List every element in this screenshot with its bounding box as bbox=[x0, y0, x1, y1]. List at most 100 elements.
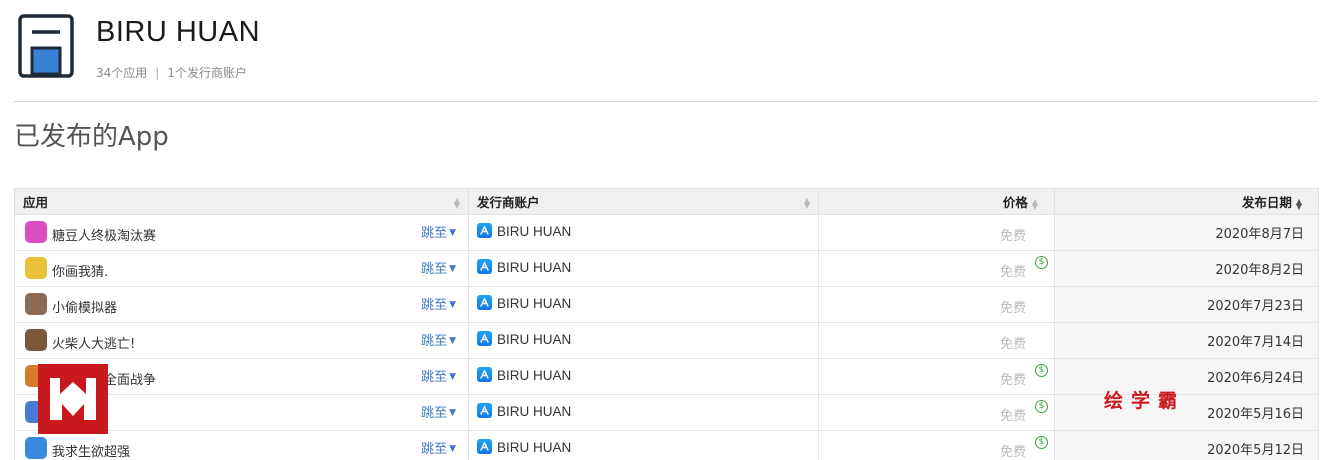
publisher-cell: BIRU HUAN bbox=[468, 214, 819, 251]
app-name-link[interactable]: 小偷模拟器 bbox=[52, 297, 117, 316]
price-label: 免费 bbox=[999, 265, 1026, 280]
app-cell: 小偷模拟器 跳至 ▼ bbox=[14, 286, 469, 323]
publisher-cell: BIRU HUAN bbox=[468, 430, 819, 460]
meta-separator: | bbox=[155, 66, 160, 80]
release-date-cell: 2020年5月12日 bbox=[1054, 430, 1319, 460]
sort-arrows-icon: ▲ ▼ bbox=[803, 196, 810, 210]
app-cell: 你画我猜. 跳至 ▼ bbox=[14, 250, 469, 287]
app-store-icon bbox=[477, 295, 492, 310]
apps-table: 应用 ▲ ▼ 发行商账户 ▲ ▼ 价格 ▲ ▼ 发布日期 ▲ ▼ 糖豆人终极淘汰赛 跳至 ▼ BI… bbox=[14, 188, 1319, 460]
table-row[interactable]: 糖豆人终极淘汰赛 跳至 ▼ BIRU HUAN 免费 2020年8月7日 bbox=[14, 214, 1319, 251]
app-store-icon bbox=[477, 367, 492, 382]
jump-label: 跳至 bbox=[421, 406, 448, 421]
developer-name: BIRU HUAN bbox=[96, 16, 261, 48]
release-date-cell: 2020年7月23日 bbox=[1054, 286, 1319, 323]
jump-label: 跳至 bbox=[421, 226, 448, 241]
watermark-logo bbox=[38, 364, 108, 434]
price-cell: 免费 $ bbox=[818, 394, 1055, 431]
caret-down-icon: ▼ bbox=[449, 228, 456, 238]
jump-label: 跳至 bbox=[421, 298, 448, 313]
price-cell: 免费 $ bbox=[818, 358, 1055, 395]
table-row[interactable]: 小偷模拟器 跳至 ▼ BIRU HUAN 免费 2020年7月23日 bbox=[14, 286, 1319, 323]
dollar-coin-icon: $ bbox=[1035, 436, 1048, 449]
developer-logo-icon bbox=[18, 14, 74, 78]
publisher-link[interactable]: BIRU HUAN bbox=[497, 404, 571, 419]
column-header-price[interactable]: 价格 ▲ ▼ bbox=[818, 188, 1055, 215]
section-title: 已发布的App bbox=[14, 122, 169, 152]
app-name-link[interactable]: 你画我猜. bbox=[52, 261, 108, 280]
app-icon[interactable] bbox=[25, 257, 47, 279]
price-label: 免费 bbox=[999, 229, 1026, 244]
caret-down-icon: ▼ bbox=[449, 336, 456, 346]
release-date-cell: 2020年8月2日 bbox=[1054, 250, 1319, 287]
app-store-icon bbox=[477, 403, 492, 418]
price-cell: 免费 $ bbox=[818, 430, 1055, 460]
table-row[interactable]: 你画我猜. 跳至 ▼ BIRU HUAN 免费 $ 2020年8月2日 bbox=[14, 250, 1319, 287]
header-divider bbox=[14, 101, 1318, 102]
publisher-cell: BIRU HUAN bbox=[468, 358, 819, 395]
release-date-cell: 2020年8月7日 bbox=[1054, 214, 1319, 251]
app-store-icon bbox=[477, 223, 492, 238]
watermark-text: 绘学霸 bbox=[1104, 390, 1186, 412]
app-store-icon bbox=[477, 439, 492, 454]
jump-to-dropdown[interactable]: 跳至 ▼ bbox=[421, 438, 456, 457]
caret-down-icon: ▼ bbox=[449, 372, 456, 382]
table-header-row: 应用 ▲ ▼ 发行商账户 ▲ ▼ 价格 ▲ ▼ 发布日期 ▲ ▼ bbox=[14, 188, 1319, 215]
jump-to-dropdown[interactable]: 跳至 ▼ bbox=[421, 366, 456, 385]
release-date-cell: 2020年7月14日 bbox=[1054, 322, 1319, 359]
app-name-link[interactable]: 我求生欲超强 bbox=[52, 441, 130, 460]
column-header-publisher[interactable]: 发行商账户 ▲ ▼ bbox=[468, 188, 819, 215]
price-label: 免费 bbox=[999, 445, 1026, 460]
sort-arrows-icon: ▲ ▼ bbox=[1031, 196, 1038, 211]
price-cell: 免费 bbox=[818, 322, 1055, 359]
publisher-cell: BIRU HUAN bbox=[468, 286, 819, 323]
release-date-cell: 2020年6月24日 bbox=[1054, 358, 1319, 395]
publisher-cell: BIRU HUAN bbox=[468, 394, 819, 431]
price-label: 免费 bbox=[999, 373, 1026, 388]
jump-to-dropdown[interactable]: 跳至 ▼ bbox=[421, 402, 456, 421]
app-name-link[interactable]: 火柴人大逃亡! bbox=[52, 333, 135, 352]
jump-to-dropdown[interactable]: 跳至 ▼ bbox=[421, 258, 456, 277]
app-cell: 糖豆人终极淘汰赛 跳至 ▼ bbox=[14, 214, 469, 251]
app-icon[interactable] bbox=[25, 329, 47, 351]
jump-label: 跳至 bbox=[421, 442, 448, 457]
watermark-logo-icon bbox=[50, 378, 96, 420]
app-count: 34个应用 bbox=[96, 66, 148, 80]
publisher-link[interactable]: BIRU HUAN bbox=[497, 440, 571, 455]
publisher-link[interactable]: BIRU HUAN bbox=[497, 296, 571, 311]
column-header-price-label: 价格 bbox=[1002, 195, 1028, 210]
column-header-app[interactable]: 应用 ▲ ▼ bbox=[14, 188, 469, 215]
publisher-cell: BIRU HUAN bbox=[468, 322, 819, 359]
table-row[interactable]: 火柴人大逃亡! 跳至 ▼ BIRU HUAN 免费 2020年7月14日 bbox=[14, 322, 1319, 359]
caret-down-icon: ▼ bbox=[449, 300, 456, 310]
column-header-date-label: 发布日期 bbox=[1241, 195, 1292, 210]
app-icon[interactable] bbox=[25, 221, 47, 243]
publisher-link[interactable]: BIRU HUAN bbox=[497, 368, 571, 383]
price-label: 免费 bbox=[999, 409, 1026, 424]
jump-to-dropdown[interactable]: 跳至 ▼ bbox=[421, 222, 456, 241]
jump-to-dropdown[interactable]: 跳至 ▼ bbox=[421, 330, 456, 349]
publisher-link[interactable]: BIRU HUAN bbox=[497, 260, 571, 275]
caret-down-icon: ▼ bbox=[449, 444, 456, 454]
price-label: 免费 bbox=[999, 337, 1026, 352]
dollar-coin-icon: $ bbox=[1035, 256, 1048, 269]
sort-arrows-icon: ▲ ▼ bbox=[453, 196, 460, 210]
price-cell: 免费 bbox=[818, 214, 1055, 251]
publisher-cell: BIRU HUAN bbox=[468, 250, 819, 287]
publisher-link[interactable]: BIRU HUAN bbox=[497, 224, 571, 239]
app-icon[interactable] bbox=[25, 293, 47, 315]
price-label: 免费 bbox=[999, 301, 1026, 316]
jump-to-dropdown[interactable]: 跳至 ▼ bbox=[421, 294, 456, 313]
release-date-cell: 2020年5月16日 bbox=[1054, 394, 1319, 431]
publisher-link[interactable]: BIRU HUAN bbox=[497, 332, 571, 347]
jump-label: 跳至 bbox=[421, 370, 448, 385]
price-cell: 免费 $ bbox=[818, 250, 1055, 287]
app-icon[interactable] bbox=[25, 437, 47, 459]
developer-meta: 34个应用 | 1个发行商账户 bbox=[96, 64, 247, 81]
app-store-icon bbox=[477, 259, 492, 274]
table-row[interactable]: 我求生欲超强 跳至 ▼ BIRU HUAN 免费 $ 2020年5月12日 bbox=[14, 430, 1319, 460]
app-name-link[interactable]: 糖豆人终极淘汰赛 bbox=[52, 225, 156, 244]
column-header-date[interactable]: 发布日期 ▲ ▼ bbox=[1054, 188, 1319, 215]
caret-down-icon: ▼ bbox=[449, 264, 456, 274]
app-cell: 火柴人大逃亡! 跳至 ▼ bbox=[14, 322, 469, 359]
